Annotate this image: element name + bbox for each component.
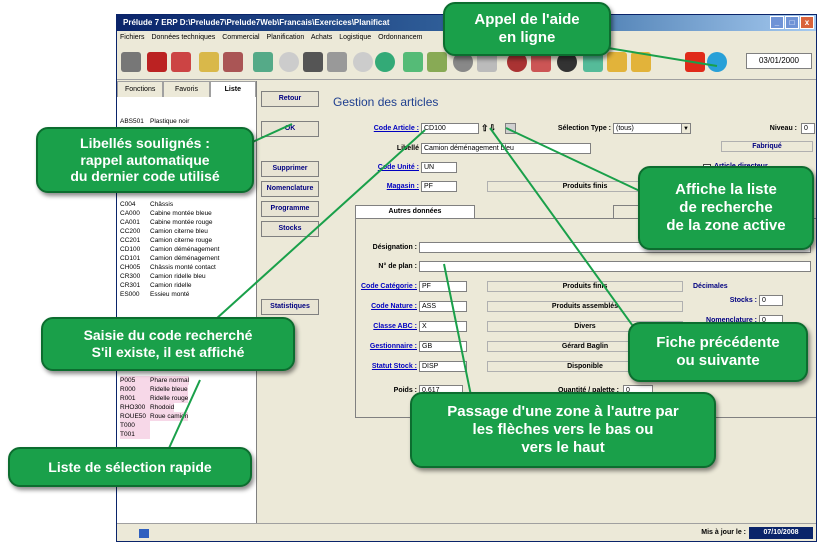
connector-liste <box>164 379 201 458</box>
connector-affiche <box>505 127 660 201</box>
callout-aide-en-ligne: Appel de l'aide en ligne <box>443 2 611 56</box>
callout-fiche-precedente: Fiche précédente ou suivante <box>628 322 808 382</box>
callout-liste-selection: Liste de sélection rapide <box>8 447 252 487</box>
callout-affiche-liste: Affiche la liste de recherche de la zone a… <box>638 166 814 250</box>
connector-aide <box>607 47 718 67</box>
callout-libelles-soulignes: Libellés soulignés : rappel automatique du… <box>36 127 254 193</box>
connector-fiche <box>489 127 644 341</box>
callout-saisie-code: Saisie du code recherché S'il existe, il … <box>41 317 295 371</box>
callout-passage-zone: Passage d'une zone à l'autre par les flèc… <box>410 392 716 468</box>
